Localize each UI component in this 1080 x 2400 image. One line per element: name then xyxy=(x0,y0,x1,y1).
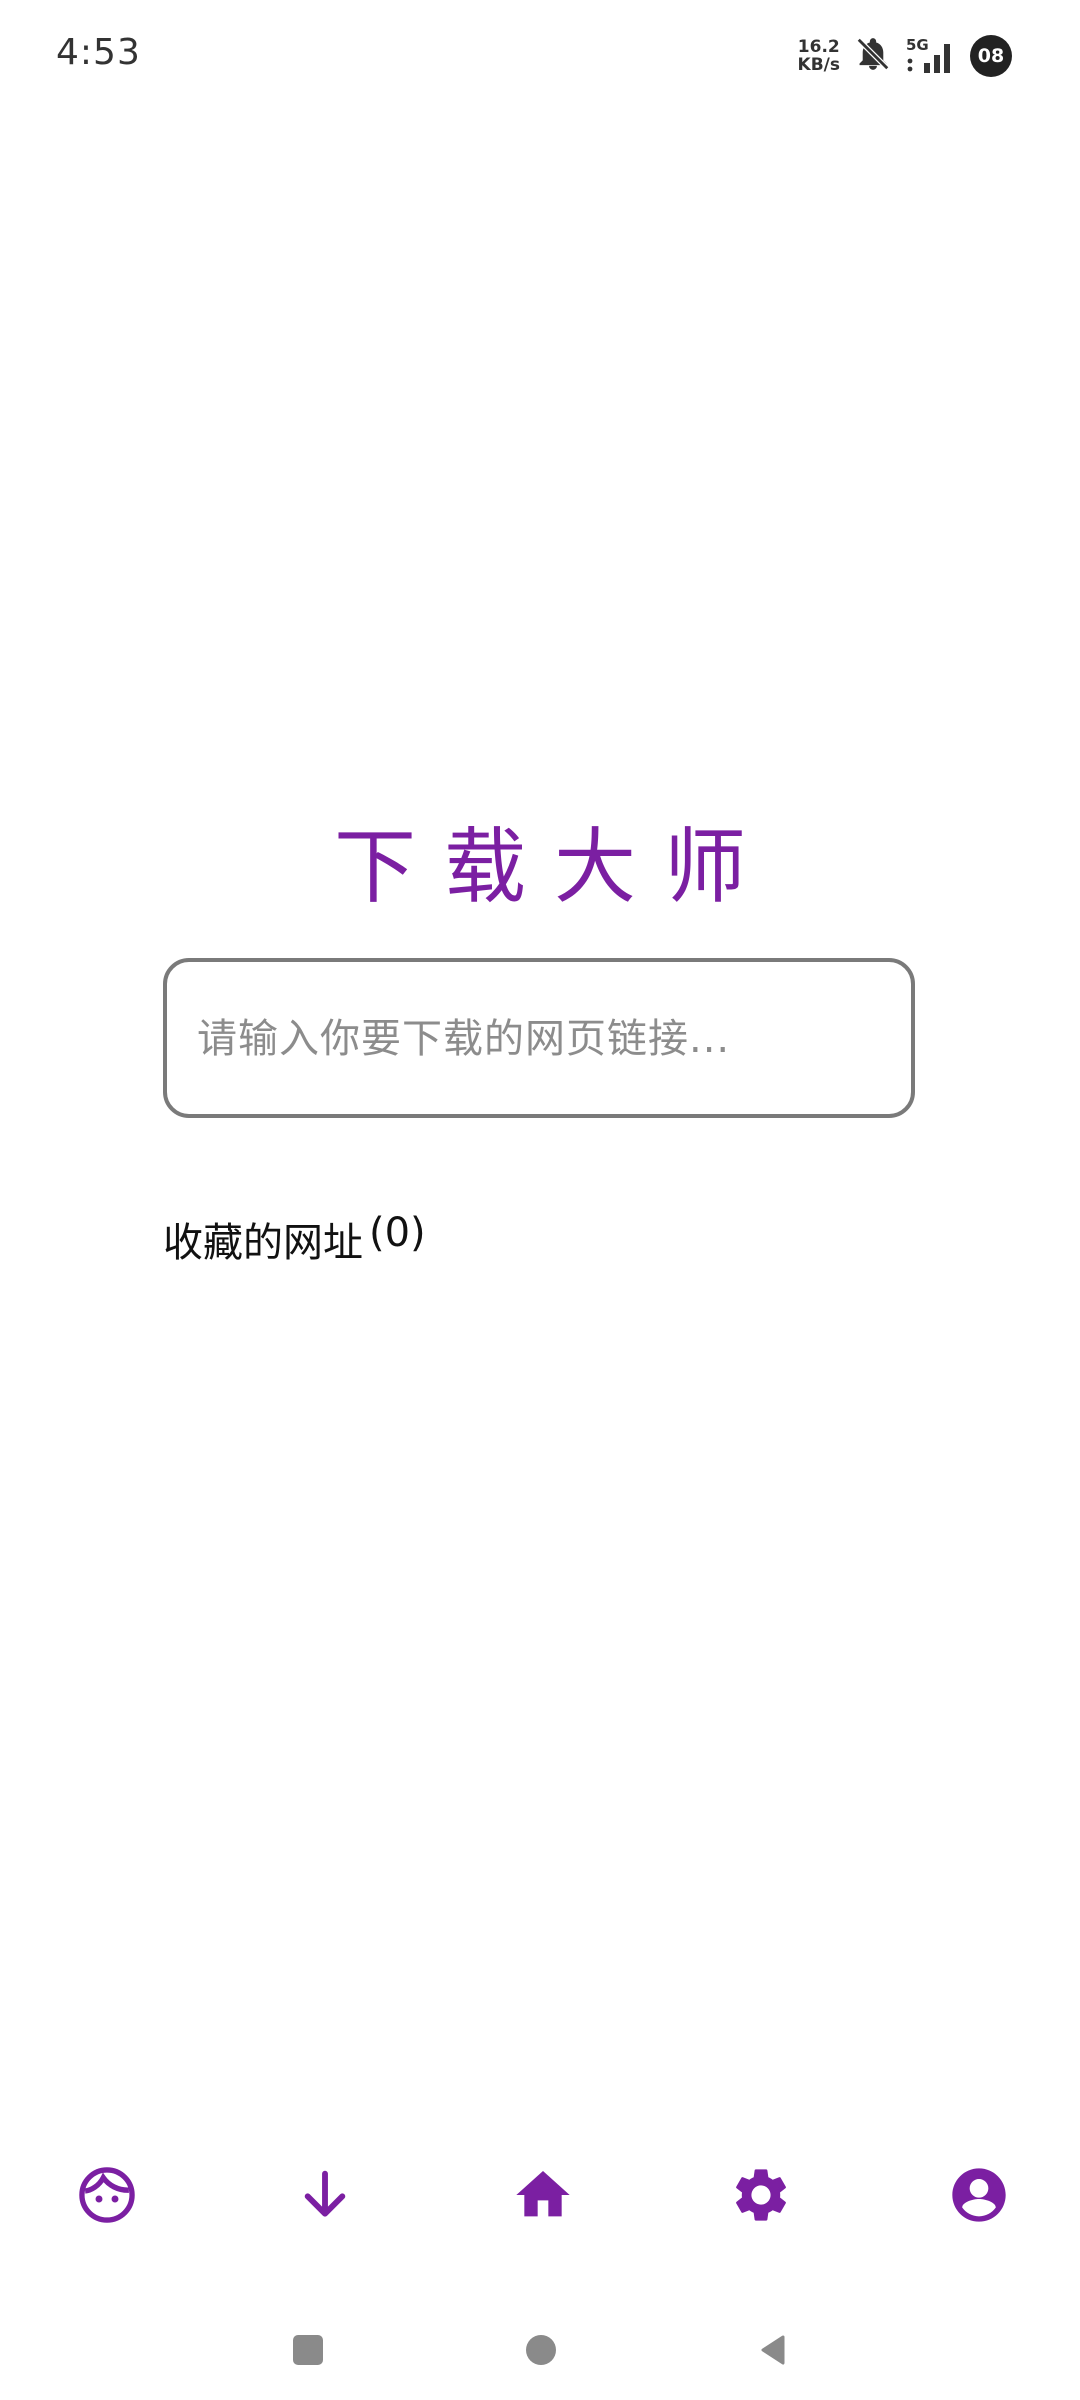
muted-bell-icon xyxy=(854,35,892,77)
bottom-nav xyxy=(0,2140,1080,2250)
account-icon xyxy=(952,2168,1006,2222)
app-title: 下载大师 xyxy=(333,820,774,915)
url-input-container[interactable] xyxy=(163,958,915,1118)
home-circle-icon xyxy=(526,2335,556,2365)
status-bar: 4:53 16.2 KB/s 5G 08 xyxy=(0,0,1080,110)
status-icons: 16.2 KB/s 5G 08 xyxy=(798,34,1012,78)
url-input[interactable] xyxy=(195,962,889,1116)
signal-strength: 5G xyxy=(906,36,956,76)
nav-item-account[interactable] xyxy=(924,2140,1034,2250)
network-speed-value: 16.2 xyxy=(797,37,840,57)
network-speed: 16.2 KB/s xyxy=(798,38,840,74)
favorites-label: 收藏的网址 xyxy=(163,1220,363,1266)
home-button[interactable] xyxy=(511,2320,571,2380)
recents-button[interactable] xyxy=(278,2320,338,2380)
signal-bars-icon xyxy=(907,44,950,73)
status-time: 4:53 xyxy=(56,32,141,73)
back-icon xyxy=(761,2335,785,2365)
favorites-count: (0) xyxy=(369,1210,426,1256)
settings-icon xyxy=(736,2169,786,2221)
nav-item-settings[interactable] xyxy=(706,2140,816,2250)
back-button[interactable] xyxy=(744,2320,804,2380)
system-nav xyxy=(0,2300,1080,2400)
network-speed-unit: KB/s xyxy=(797,55,840,75)
face-icon xyxy=(79,2167,135,2223)
nav-item-home[interactable] xyxy=(488,2140,598,2250)
home-icon xyxy=(516,2171,570,2217)
download-icon xyxy=(304,2170,346,2217)
nav-item-face[interactable] xyxy=(52,2140,162,2250)
favorites-section[interactable]: 收藏的网址 (0) xyxy=(163,1210,426,1268)
screen: 4:53 16.2 KB/s 5G 08 下载大师 请输入你要下载的网页链接..… xyxy=(0,0,1080,2400)
nav-item-download[interactable] xyxy=(270,2140,380,2250)
recents-icon xyxy=(293,2335,323,2365)
battery-indicator: 08 xyxy=(970,35,1012,77)
